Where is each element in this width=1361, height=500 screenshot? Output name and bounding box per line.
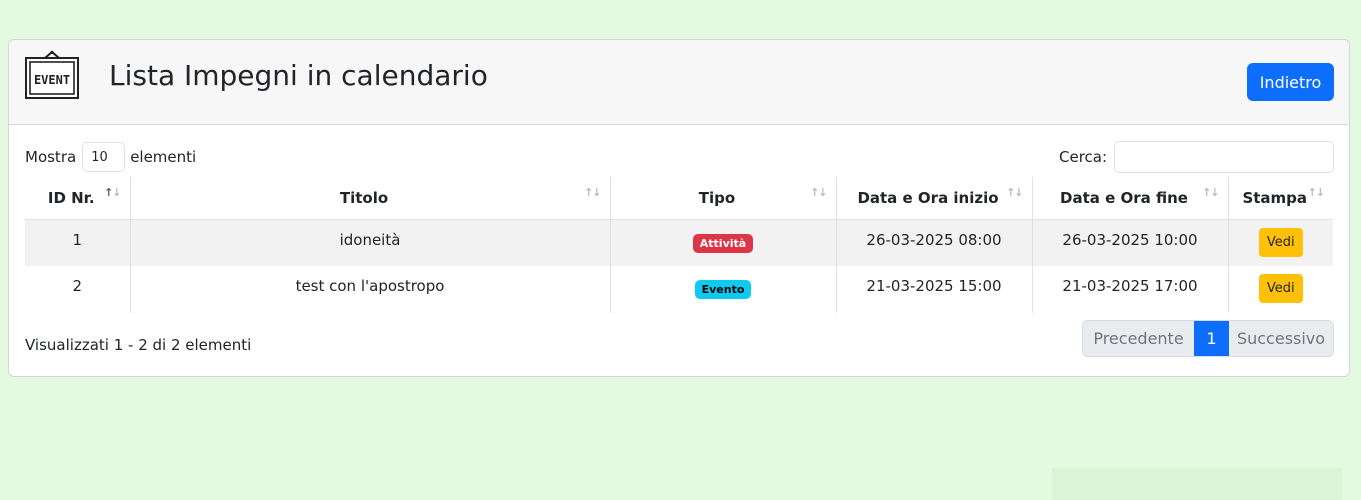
elements-label: elementi bbox=[130, 148, 197, 166]
cell-stampa: Vedi bbox=[1227, 219, 1333, 266]
column-titolo-label: Titolo bbox=[339, 188, 389, 207]
column-id-label: ID Nr. bbox=[47, 188, 95, 207]
next-page-button[interactable]: Successivo bbox=[1229, 321, 1333, 356]
show-label: Mostra bbox=[25, 148, 77, 166]
column-header-id[interactable]: ID Nr. ↑↓ bbox=[25, 177, 130, 220]
card-header: EVENT Lista Impegni in calendario Indiet… bbox=[9, 40, 1349, 125]
search-control: Cerca: bbox=[1059, 141, 1335, 173]
table-info: Visualizzati 1 - 2 di 2 elementi bbox=[25, 336, 252, 354]
sort-icon: ↑↓ bbox=[104, 186, 121, 199]
column-stampa-label: Stampa bbox=[1242, 188, 1308, 207]
column-header-tipo[interactable]: Tipo ↑↓ bbox=[609, 177, 836, 220]
search-label: Cerca: bbox=[1059, 148, 1108, 166]
column-header-stampa[interactable]: Stampa ↑↓ bbox=[1227, 177, 1333, 220]
cell-fine: 21-03-2025 17:00 bbox=[1031, 266, 1228, 313]
table-header-row: ID Nr. ↑↓ Titolo ↑↓ Tipo ↑↓ Data e Ora iniz… bbox=[25, 177, 1333, 220]
cell-stampa: Vedi bbox=[1227, 266, 1333, 313]
previous-page-button[interactable]: Precedente bbox=[1083, 321, 1194, 356]
page-size-select[interactable]: 10 bbox=[82, 142, 126, 172]
column-header-inizio[interactable]: Data e Ora inizio ↑↓ bbox=[835, 177, 1032, 220]
type-badge: Evento bbox=[694, 280, 752, 299]
event-sign-icon: EVENT bbox=[25, 50, 79, 99]
page-title: Lista Impegni in calendario bbox=[109, 59, 488, 92]
event-logo-text: EVENT bbox=[34, 73, 70, 87]
cell-fine: 26-03-2025 10:00 bbox=[1031, 219, 1228, 266]
column-inizio-label: Data e Ora inizio bbox=[857, 188, 999, 207]
cell-inizio: 26-03-2025 08:00 bbox=[835, 219, 1032, 266]
view-button[interactable]: Vedi bbox=[1258, 227, 1303, 257]
pagination: Precedente 1 Successivo bbox=[1082, 320, 1334, 357]
cell-titolo: test con l'apostropo bbox=[129, 266, 610, 313]
table-row: 1 idoneità Attività 26-03-2025 08:00 26-… bbox=[25, 219, 1333, 266]
sort-icon: ↑↓ bbox=[1006, 186, 1023, 199]
cell-titolo: idoneità bbox=[129, 219, 610, 266]
column-header-titolo[interactable]: Titolo ↑↓ bbox=[129, 177, 610, 220]
cell-inizio: 21-03-2025 15:00 bbox=[835, 266, 1032, 313]
sort-icon: ↑↓ bbox=[1307, 186, 1325, 199]
column-header-fine[interactable]: Data e Ora fine ↑↓ bbox=[1031, 177, 1228, 220]
cell-id: 2 bbox=[72, 277, 83, 295]
back-button[interactable]: Indietro bbox=[1247, 63, 1334, 101]
sort-icon: ↑↓ bbox=[584, 186, 601, 199]
column-fine-label: Data e Ora fine bbox=[1060, 188, 1188, 207]
cell-id: 1 bbox=[25, 219, 130, 266]
column-tipo-label: Tipo bbox=[698, 188, 736, 207]
sort-icon: ↑↓ bbox=[810, 186, 827, 199]
view-button[interactable]: Vedi bbox=[1258, 274, 1303, 303]
type-badge: Attività bbox=[692, 233, 754, 253]
sort-icon: ↑↓ bbox=[1202, 186, 1219, 199]
page-length-control: Mostra 10 elementi bbox=[25, 142, 196, 172]
cell-tipo: Attività bbox=[609, 219, 836, 266]
cell-tipo: Evento bbox=[609, 266, 836, 313]
table-row: 2 test con l'apostropo Evento 21-03-2025… bbox=[25, 266, 1333, 313]
page-footer-strip bbox=[1052, 468, 1342, 500]
event-list-card: EVENT Lista Impegni in calendario Indiet… bbox=[8, 39, 1350, 377]
search-input[interactable] bbox=[1114, 141, 1335, 173]
events-table: ID Nr. ↑↓ Titolo ↑↓ Tipo ↑↓ Data e Ora iniz… bbox=[25, 177, 1333, 313]
page-number-button[interactable]: 1 bbox=[1194, 321, 1229, 356]
